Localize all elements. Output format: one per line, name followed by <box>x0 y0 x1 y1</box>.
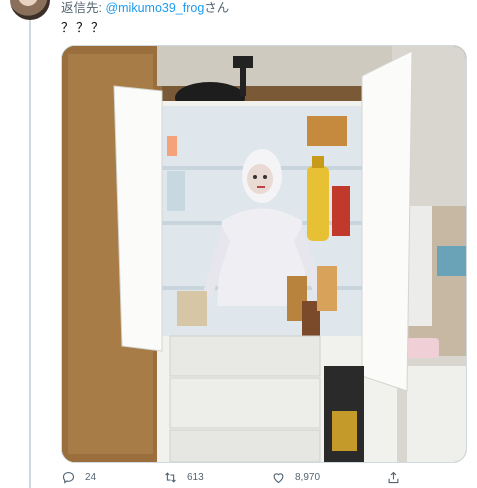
tweet-photo[interactable] <box>61 45 467 463</box>
retweet-button[interactable]: 613 <box>163 470 204 485</box>
reply-button[interactable]: 24 <box>61 470 96 485</box>
reply-prefix: 返信先: <box>61 1 106 15</box>
tweet-actions: 24 613 8,970 <box>61 470 465 488</box>
tweet-text: ？？？ <box>61 20 107 35</box>
avatar[interactable] <box>10 0 50 20</box>
share-icon <box>388 471 399 484</box>
thread-line <box>29 18 31 488</box>
reply-handle-link[interactable]: @mikumo39_frog <box>105 1 204 15</box>
reply-count: 24 <box>85 472 97 483</box>
reply-suffix: さん <box>204 1 230 15</box>
like-icon <box>273 473 284 484</box>
retweet-count: 613 <box>187 472 204 483</box>
reply-context: 返信先: @mikumo39_frogさん <box>61 1 229 16</box>
like-count: 8,970 <box>295 472 321 483</box>
reply-icon <box>62 471 75 484</box>
retweet-icon <box>165 472 176 483</box>
like-button[interactable]: 8,970 <box>271 470 320 485</box>
share-button[interactable] <box>386 470 401 485</box>
fridge-photo-image <box>62 46 466 462</box>
